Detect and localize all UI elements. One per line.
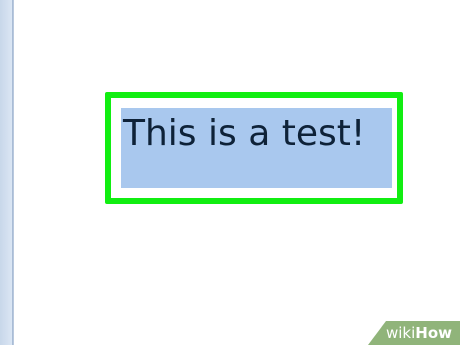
highlight-outline: This is a test!: [105, 92, 403, 204]
selected-text[interactable]: This is a test!: [123, 116, 365, 152]
document-page[interactable]: This is a test!: [13, 0, 460, 345]
watermark-part-how: How: [415, 324, 452, 342]
word-processor-window: This is a test!: [0, 0, 460, 345]
watermark-logo: wikiHow: [386, 326, 452, 341]
left-ruler-strip: [0, 0, 13, 345]
watermark-part-wiki: wiki: [385, 324, 416, 342]
